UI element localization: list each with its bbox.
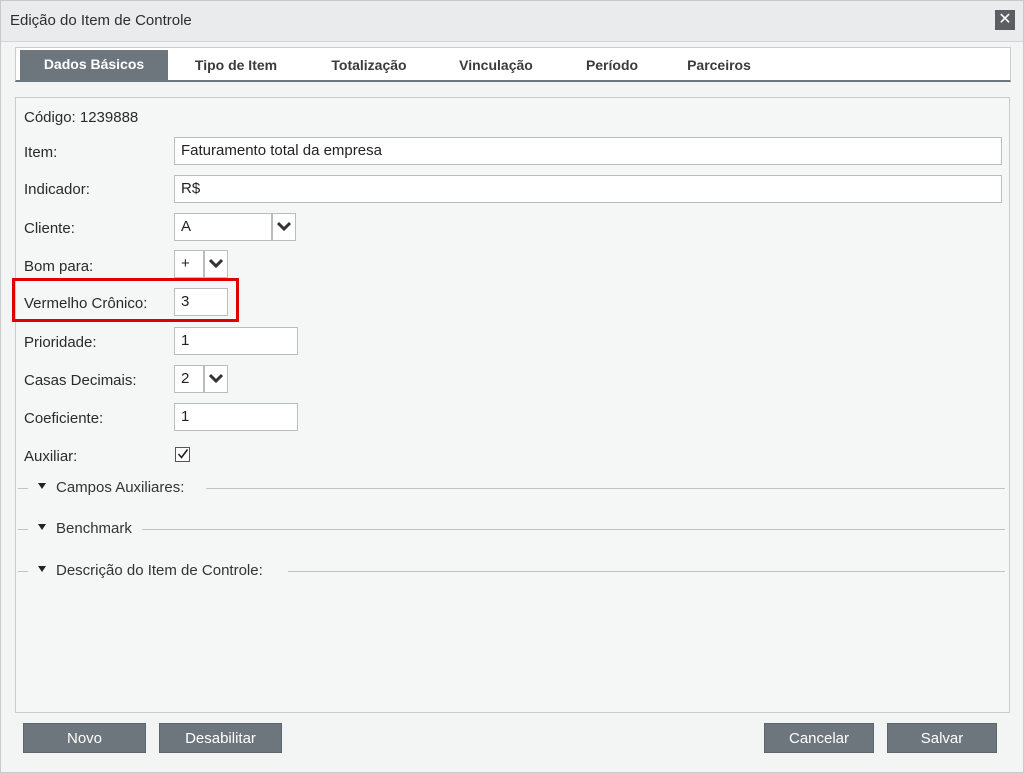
campos-auxiliares-toggle[interactable]: Campos Auxiliares: (38, 479, 184, 496)
indicador-input[interactable]: R$ (174, 175, 1002, 203)
coeficiente-input[interactable]: 1 (174, 403, 298, 431)
auxiliar-checkbox[interactable] (175, 447, 190, 462)
cancelar-button[interactable]: Cancelar (764, 723, 874, 753)
casas-decimais-dropdown-button[interactable] (204, 365, 228, 393)
section-benchmark: Benchmark (18, 520, 1005, 538)
chevron-down-icon (209, 258, 223, 268)
dialog-window: Edição do Item de Controle ✕ Dados Básic… (0, 0, 1024, 773)
tab-strip: Dados Básicos Tipo de Item Totalização V… (15, 47, 1011, 82)
checkmark-icon (177, 449, 189, 459)
codigo-text: Código: 1239888 (24, 109, 139, 126)
tab-parceiros[interactable]: Parceiros (676, 48, 762, 80)
item-input[interactable]: Faturamento total da empresa (174, 137, 1002, 165)
benchmark-label: Benchmark (56, 520, 132, 537)
close-icon[interactable]: ✕ (995, 10, 1015, 30)
highlight-box (12, 278, 239, 322)
tab-dados-basicos[interactable]: Dados Básicos (20, 50, 168, 80)
form-panel: Código: 1239888 Item: Faturamento total … (15, 97, 1010, 713)
tab-totalizacao[interactable]: Totalização (314, 48, 424, 80)
auxiliar-label: Auxiliar: (24, 448, 78, 465)
cliente-dropdown-button[interactable] (272, 213, 296, 241)
bom-para-dropdown-button[interactable] (204, 250, 228, 278)
cliente-select[interactable]: A (174, 213, 272, 241)
desabilitar-button[interactable]: Desabilitar (159, 723, 282, 753)
cliente-label: Cliente: (24, 220, 75, 237)
prioridade-input[interactable]: 1 (174, 327, 298, 355)
novo-button[interactable]: Novo (23, 723, 146, 753)
prioridade-label: Prioridade: (24, 334, 97, 351)
coeficiente-label: Coeficiente: (24, 410, 104, 427)
chevron-down-icon (277, 221, 291, 231)
tab-vinculacao[interactable]: Vinculação (444, 48, 548, 80)
dialog-title: Edição do Item de Controle (10, 12, 192, 29)
salvar-button[interactable]: Salvar (887, 723, 997, 753)
campos-auxiliares-label: Campos Auxiliares: (56, 479, 185, 496)
casas-decimais-label: Casas Decimais: (24, 372, 137, 389)
section-descricao: Descrição do Item de Controle: (18, 562, 1005, 580)
tab-tipo-de-item[interactable]: Tipo de Item (176, 48, 296, 80)
triangle-down-icon (38, 566, 46, 573)
tab-periodo[interactable]: Período (572, 48, 652, 80)
chevron-down-icon (209, 373, 223, 383)
triangle-down-icon (38, 483, 46, 490)
section-campos-auxiliares: Campos Auxiliares: (18, 479, 1005, 497)
bom-para-label: Bom para: (24, 258, 94, 275)
bom-para-select[interactable]: + (174, 250, 204, 278)
casas-decimais-select[interactable]: 2 (174, 365, 204, 393)
indicador-label: Indicador: (24, 181, 90, 198)
descricao-label: Descrição do Item de Controle: (56, 562, 263, 579)
descricao-toggle[interactable]: Descrição do Item de Controle: (38, 562, 263, 579)
triangle-down-icon (38, 524, 46, 531)
title-bar: Edição do Item de Controle ✕ (1, 1, 1023, 42)
benchmark-toggle[interactable]: Benchmark (38, 520, 132, 537)
item-label: Item: (24, 144, 58, 161)
